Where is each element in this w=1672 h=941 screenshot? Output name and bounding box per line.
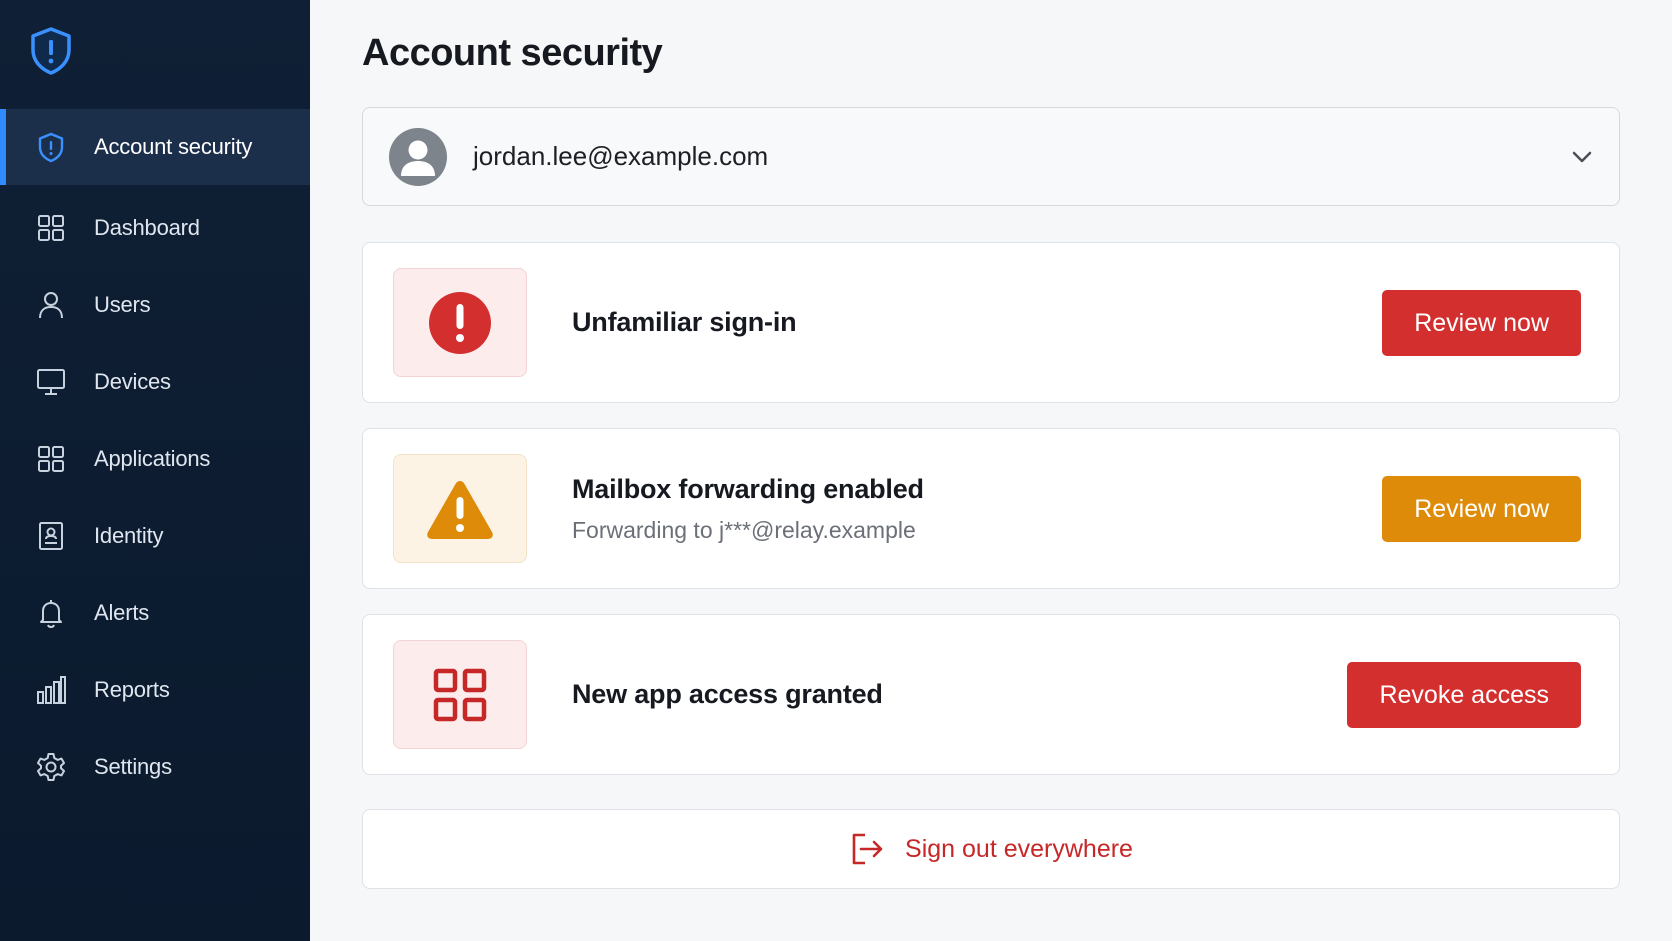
apps-grid-icon <box>433 668 487 721</box>
exclamation-circle-icon <box>429 291 491 354</box>
bar-chart-icon <box>34 673 68 707</box>
sidebar-nav: Account security Dashboard Users Devices <box>0 109 310 805</box>
app-window: Account security Dashboard Users Devices <box>0 0 1672 941</box>
chevron-down-icon[interactable] <box>1569 144 1595 170</box>
dashboard-grid-icon <box>34 211 68 245</box>
sidebar-item-users[interactable]: Users <box>0 266 310 343</box>
alert-icon-tile <box>393 640 527 749</box>
sidebar-item-label: Dashboard <box>94 214 200 240</box>
account-email: jordan.lee@example.com <box>473 141 769 171</box>
avatar <box>389 127 447 186</box>
apps-grid-icon <box>34 442 68 476</box>
sidebar-item-label: Alerts <box>94 599 150 625</box>
bell-icon <box>34 596 68 630</box>
alert-card-new-app-access: New app access granted Revoke access <box>362 614 1620 775</box>
review-now-button[interactable]: Review now <box>1382 476 1581 542</box>
sidebar-item-applications[interactable]: Applications <box>0 420 310 497</box>
sidebar-item-label: Devices <box>94 368 171 394</box>
revoke-access-button[interactable]: Revoke access <box>1347 662 1581 728</box>
monitor-icon <box>34 365 68 399</box>
sign-out-everywhere-button[interactable]: Sign out everywhere <box>362 809 1620 889</box>
user-icon <box>34 288 68 322</box>
alert-icon-tile <box>393 268 527 377</box>
main-content: Account security jordan.lee@example.com <box>310 0 1672 941</box>
review-now-button[interactable]: Review now <box>1382 290 1581 356</box>
sidebar-item-account-security[interactable]: Account security <box>0 109 310 185</box>
alert-card-mailbox-forwarding: Mailbox forwarding enabled Forwarding to… <box>362 428 1620 589</box>
sidebar-item-dashboard[interactable]: Dashboard <box>0 189 310 266</box>
user-avatar-icon <box>401 140 435 176</box>
page-title: Account security <box>362 32 663 74</box>
alert-icon-tile <box>393 454 527 563</box>
alert-card-unfamiliar-signin: Unfamiliar sign-in Review now <box>362 242 1620 403</box>
sidebar-item-alerts[interactable]: Alerts <box>0 574 310 651</box>
shield-logo-icon <box>28 26 74 76</box>
sidebar-item-devices[interactable]: Devices <box>0 343 310 420</box>
sidebar-item-label: Identity <box>94 522 164 548</box>
sidebar-item-label: Reports <box>94 676 170 702</box>
sidebar-item-identity[interactable]: Identity <box>0 497 310 574</box>
sidebar-item-label: Users <box>94 291 151 317</box>
id-card-icon <box>34 519 68 553</box>
sidebar-item-label: Applications <box>94 445 211 471</box>
account-selector[interactable]: jordan.lee@example.com <box>362 107 1620 206</box>
sidebar-item-label: Account security <box>94 134 253 159</box>
sidebar-item-reports[interactable]: Reports <box>0 651 310 728</box>
sidebar-item-label: Settings <box>94 753 172 779</box>
gear-icon <box>34 750 68 784</box>
sign-out-icon <box>852 833 883 865</box>
sidebar-item-settings[interactable]: Settings <box>0 728 310 805</box>
shield-icon <box>34 130 68 164</box>
sidebar: Account security Dashboard Users Devices <box>0 0 310 941</box>
warning-triangle-icon <box>427 480 493 539</box>
sign-out-label: Sign out everywhere <box>905 834 1133 863</box>
